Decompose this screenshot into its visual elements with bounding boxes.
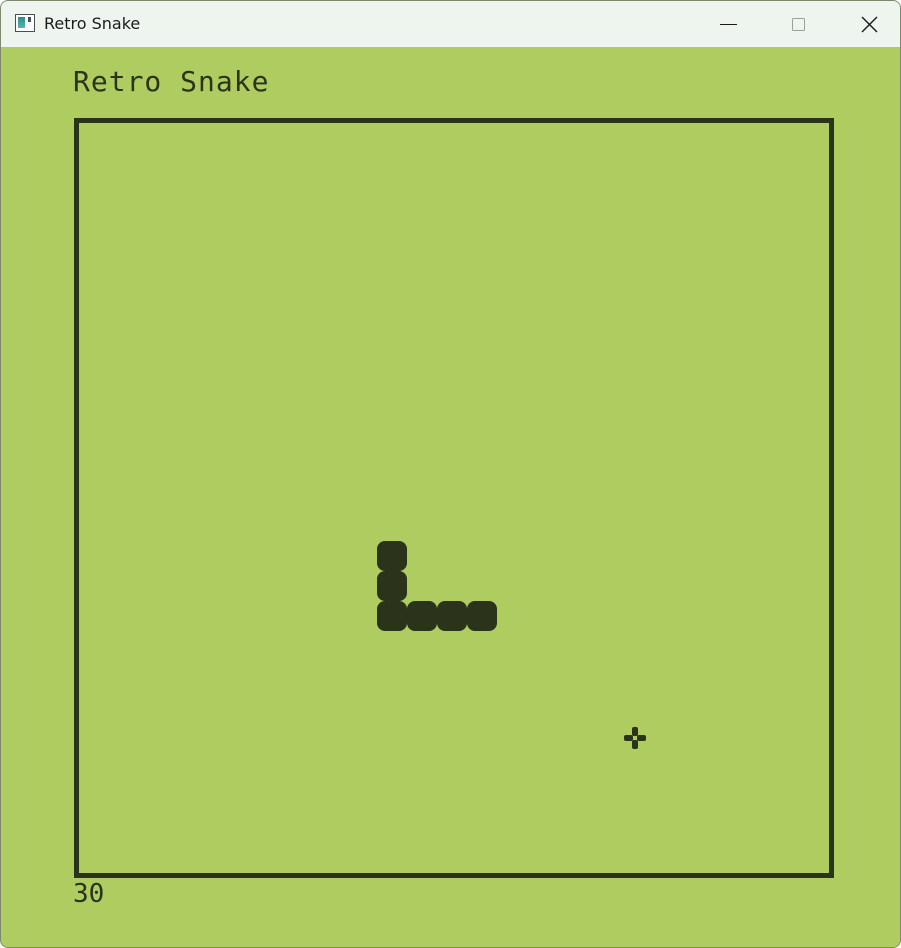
minimize-icon [720,24,737,25]
game-title: Retro Snake [73,65,270,98]
maximize-button[interactable] [769,1,829,47]
food-plus-icon [620,723,650,753]
game-canvas[interactable]: Retro Snake 30 [1,47,900,947]
maximize-icon [792,18,805,31]
snake-segment [377,571,407,601]
close-button[interactable] [839,1,899,47]
close-icon [861,16,878,33]
title-bar[interactable]: Retro Snake [1,1,900,47]
snake-segment [467,601,497,631]
snake-segment [437,601,467,631]
game-window: Retro Snake Retro Snake 30 [0,0,901,948]
app-window-icon [15,14,35,32]
window-title: Retro Snake [44,14,141,33]
minimize-button[interactable] [699,1,759,47]
score-display: 30 [73,879,105,909]
snake-segment [407,601,437,631]
game-board [74,118,834,878]
snake-segment [377,601,407,631]
snake-segment [377,541,407,571]
